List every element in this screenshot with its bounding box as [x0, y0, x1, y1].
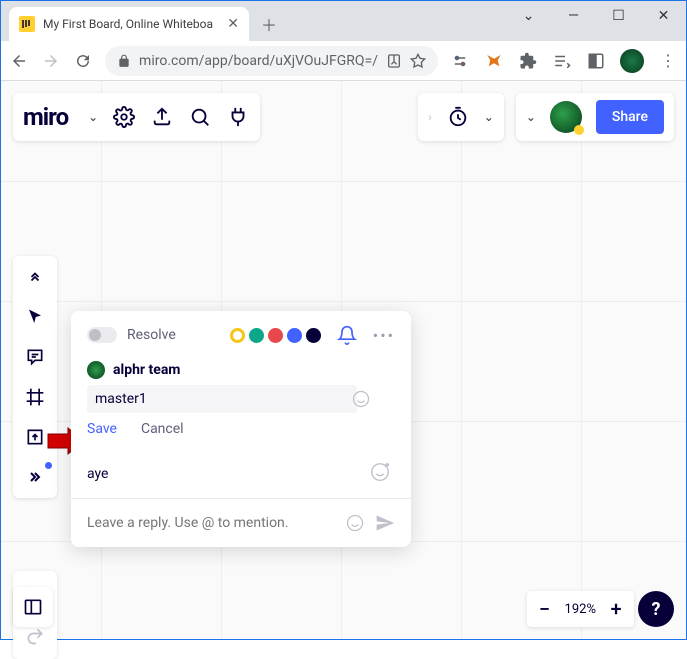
comment-thread-card: Resolve ••• alphr team Save Canc: [71, 311, 411, 547]
comment-reply: aye: [71, 451, 411, 488]
panel-toggle-button[interactable]: [13, 587, 53, 627]
comment-header: Resolve •••: [71, 311, 411, 355]
left-toolbar: [13, 256, 57, 498]
comment-edit-input[interactable]: [87, 385, 357, 413]
extension-fox-icon[interactable]: [484, 51, 504, 71]
browser-menu-icon[interactable]: ⋮: [658, 51, 678, 71]
search-icon[interactable]: [188, 105, 212, 129]
collab-toolbar: ⌄ Share: [516, 93, 674, 141]
more-tools-icon[interactable]: [24, 466, 46, 488]
bookmark-star-icon[interactable]: [410, 53, 426, 69]
export-icon[interactable]: [150, 105, 174, 129]
reply-text: aye: [87, 466, 108, 482]
timer-icon[interactable]: [446, 105, 470, 129]
reply-input-row: [71, 498, 411, 547]
zoom-controls: − 192% + ?: [527, 591, 674, 627]
edit-actions: Save Cancel: [87, 421, 395, 437]
extensions-puzzle-icon[interactable]: [518, 51, 538, 71]
collapse-icon[interactable]: [24, 266, 46, 288]
emoji-react-icon[interactable]: [351, 389, 371, 409]
comment-menu-icon[interactable]: •••: [373, 326, 395, 345]
forward-button[interactable]: [41, 49, 61, 73]
window-dropdown-icon[interactable]: ⌄: [506, 1, 551, 31]
resolve-toggle[interactable]: [87, 327, 117, 343]
collab-menu-icon[interactable]: ⌄: [526, 110, 536, 124]
help-button[interactable]: ?: [638, 591, 674, 627]
reply-emoji-icon[interactable]: [345, 513, 365, 533]
timer-toolbar: › ⌄: [418, 93, 504, 141]
color-black[interactable]: [306, 328, 321, 343]
zoom-in-button[interactable]: +: [606, 597, 626, 621]
tab-title: My First Board, Online Whiteboa: [43, 17, 219, 31]
color-red[interactable]: [268, 328, 283, 343]
color-green[interactable]: [249, 328, 264, 343]
lock-icon: [117, 54, 131, 68]
send-icon[interactable]: [375, 513, 395, 533]
miro-canvas[interactable]: miro ⌄ › ⌄ ⌄ Share: [1, 81, 686, 639]
notification-bell-icon[interactable]: [337, 325, 357, 345]
author-avatar: [87, 361, 105, 379]
extension-toggle-icon[interactable]: [450, 51, 470, 71]
browser-toolbar: miro.com/app/board/uXjVOuJFGRQ=/ ⋮: [1, 41, 686, 81]
zoom-box: − 192% +: [527, 591, 634, 627]
reload-button[interactable]: [73, 49, 93, 73]
author-name: alphr team: [113, 362, 180, 378]
upload-tool-icon[interactable]: [24, 426, 46, 448]
notification-dot: [45, 462, 52, 469]
board-menu-chevron-icon[interactable]: ⌄: [88, 110, 98, 124]
share-button[interactable]: Share: [596, 100, 664, 134]
save-button[interactable]: Save: [87, 421, 117, 437]
window-minimize-icon[interactable]: —: [551, 1, 596, 31]
board-toolbar: miro ⌄: [13, 93, 260, 141]
window-close-icon[interactable]: ✕: [641, 1, 686, 31]
extension-icons: ⋮: [450, 49, 678, 73]
zoom-level[interactable]: 192%: [565, 602, 596, 617]
cancel-button[interactable]: Cancel: [141, 421, 184, 437]
url-text: miro.com/app/board/uXjVOuJFGRQ=/: [139, 53, 378, 69]
window-controls: ⌄ — ☐ ✕: [506, 1, 686, 31]
color-tag-picker: [230, 328, 321, 343]
timer-menu-icon[interactable]: ⌄: [484, 110, 494, 124]
window-maximize-icon[interactable]: ☐: [596, 1, 641, 31]
reply-input[interactable]: [87, 515, 335, 531]
user-avatar[interactable]: [550, 101, 582, 133]
new-tab-button[interactable]: ＋: [255, 10, 283, 38]
frame-tool-icon[interactable]: [24, 386, 46, 408]
extension-playlist-icon[interactable]: [552, 51, 572, 71]
share-url-icon[interactable]: [386, 53, 402, 69]
comment-tool-icon[interactable]: [24, 346, 46, 368]
comment-body: alphr team Save Cancel: [71, 355, 411, 451]
zoom-out-button[interactable]: −: [535, 597, 555, 621]
miro-logo[interactable]: miro: [23, 103, 74, 131]
timer-prev-icon[interactable]: ›: [428, 110, 432, 124]
browser-tab[interactable]: My First Board, Online Whiteboa ✕: [9, 7, 249, 41]
profile-avatar[interactable]: [620, 49, 644, 73]
plug-icon[interactable]: [226, 105, 250, 129]
resolve-label: Resolve: [127, 327, 220, 343]
miro-favicon: [19, 16, 35, 32]
color-yellow[interactable]: [230, 328, 245, 343]
browser-tab-strip: My First Board, Online Whiteboa ✕ ＋ ⌄ — …: [1, 1, 686, 41]
select-tool-icon[interactable]: [24, 306, 46, 328]
color-blue[interactable]: [287, 328, 302, 343]
tab-close-icon[interactable]: ✕: [227, 16, 239, 32]
reader-mode-icon[interactable]: [586, 51, 606, 71]
top-toolbar: miro ⌄ › ⌄ ⌄ Share: [13, 93, 674, 141]
redo-icon[interactable]: [24, 625, 46, 647]
comment-author: alphr team: [87, 361, 395, 379]
back-button[interactable]: [9, 49, 29, 73]
add-reaction-icon[interactable]: [369, 461, 391, 483]
settings-gear-icon[interactable]: [112, 105, 136, 129]
address-bar[interactable]: miro.com/app/board/uXjVOuJFGRQ=/: [105, 46, 438, 76]
